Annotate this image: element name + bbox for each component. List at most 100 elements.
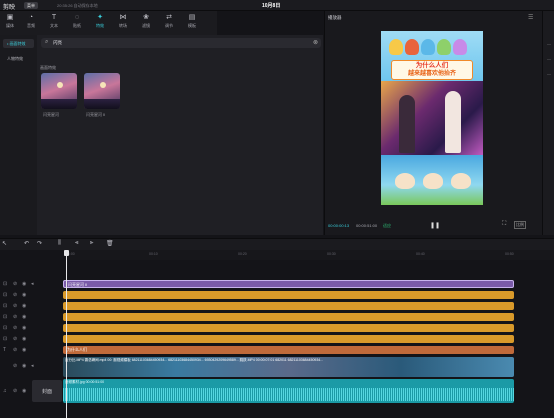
audio-clip[interactable]: 音频素材.jpg 00:00:51:00 <box>63 379 514 403</box>
eye-icon[interactable]: ◉ <box>22 314 26 320</box>
lock-icon[interactable]: ⊘ <box>13 347 17 353</box>
lock-icon[interactable]: ⊘ <box>13 363 17 369</box>
sticker-clip[interactable] <box>63 324 514 332</box>
properties-panel: — — — <box>542 11 554 235</box>
tab-adjust[interactable]: ⇄ 调节 <box>159 13 179 33</box>
fullscreen-icon[interactable]: ⛶ <box>502 221 506 228</box>
track-header: ⊡ ⊘ ◉ <box>0 291 60 301</box>
app-logo: 剪映 <box>3 5 16 11</box>
sticker-clip[interactable] <box>63 302 514 310</box>
ruler-tick: 00:30 <box>327 252 336 256</box>
title-bar: 剪映 菜单 20:35:26 自动保存本地 10月8日 <box>0 0 554 11</box>
pause-icon[interactable]: ❚❚ <box>430 222 440 229</box>
effect-thumb-1[interactable] <box>41 73 77 109</box>
adjust-icon: ⇄ <box>166 14 172 21</box>
effect-clip[interactable]: 闪亮星河 II <box>63 280 514 288</box>
tab-text[interactable]: T 文本 <box>44 13 64 33</box>
text-icon: T <box>51 14 57 21</box>
audio-clip-label: 音频素材.jpg 00:00:51:00 <box>65 380 105 384</box>
ruler-tick: 00:20 <box>238 252 247 256</box>
clip-label: 闪亮星河 II <box>68 282 88 287</box>
sticker-clip[interactable] <box>63 313 514 321</box>
redo-icon[interactable]: ↷ <box>37 240 42 247</box>
tab-template[interactable]: ▤ 模板 <box>182 13 202 33</box>
sticker-clip[interactable] <box>63 335 514 343</box>
track-lock-icon[interactable]: ⊡ <box>3 336 7 342</box>
panel-collapsed-label: — <box>547 71 551 76</box>
speaker-icon[interactable]: ◂ <box>31 281 34 287</box>
track-lock-icon[interactable]: ⊡ <box>3 281 7 287</box>
moon-shape <box>100 82 106 88</box>
tab-media[interactable]: ▣ 媒体 <box>0 13 20 33</box>
cartoon-character <box>421 39 435 55</box>
video-clips-label: 百分比.MP4 霸总瞬间.mp4 00: 副视频模板 6821110368445… <box>65 358 324 362</box>
track-lock-icon[interactable]: ⊡ <box>3 314 7 320</box>
autosave-status: 20:35:26 自动保存本地 <box>57 3 98 8</box>
video-preview[interactable]: 为什么人们 越来越喜欢他抬齐 <box>381 31 483 205</box>
template-icon: ▤ <box>188 14 196 21</box>
ratio-button[interactable]: 比例 <box>514 221 526 229</box>
playhead[interactable] <box>64 250 69 418</box>
tab-filter[interactable]: ❀ 滤镜 <box>136 13 156 33</box>
effect-thumb-2-label: 闪亮星河 II <box>86 112 106 117</box>
eye-icon[interactable]: ◉ <box>22 303 26 309</box>
eye-icon[interactable]: ◉ <box>22 388 26 394</box>
text-clip[interactable]: 为什么人们 <box>63 346 514 354</box>
undo-icon[interactable]: ↶ <box>24 240 29 247</box>
eye-icon[interactable]: ◉ <box>22 336 26 342</box>
cartoon-footer <box>381 155 483 205</box>
playhead-handle[interactable] <box>64 250 69 256</box>
search-input[interactable] <box>53 39 303 47</box>
eye-icon[interactable]: ◉ <box>22 363 26 369</box>
fit-button[interactable]: 适应 <box>383 223 391 229</box>
select-tool-icon[interactable]: ↖ <box>2 240 7 247</box>
performer-figure <box>445 91 461 153</box>
lock-icon[interactable]: ⊘ <box>13 388 17 394</box>
track-header: T ⊘ ◉ <box>0 346 60 356</box>
tab-effects[interactable]: ✦ 特效 <box>90 13 110 33</box>
lock-icon[interactable]: ⊘ <box>13 292 17 298</box>
lock-icon[interactable]: ⊘ <box>13 281 17 287</box>
tab-audio[interactable]: ◔ 音频 <box>21 13 41 33</box>
eye-icon[interactable]: ◉ <box>22 325 26 331</box>
project-title: 10月8日 <box>262 3 281 9</box>
dog-cartoon <box>395 173 415 189</box>
ground-shape <box>41 99 77 109</box>
sticker-clip[interactable] <box>63 291 514 299</box>
split-icon[interactable]: ⫼ <box>58 240 61 247</box>
dog-cartoon <box>451 173 471 189</box>
track-lock-icon[interactable]: ⊡ <box>3 292 7 298</box>
delete-icon[interactable]: 🗑 <box>106 240 114 247</box>
tab-sticker[interactable]: ◌ 贴纸 <box>67 13 87 33</box>
effect-thumb-2[interactable] <box>84 73 120 109</box>
eye-icon[interactable]: ◉ <box>22 292 26 298</box>
sticker-icon: ◌ <box>74 14 80 21</box>
banner-line-2: 越来越喜欢他抬齐 <box>407 71 456 77</box>
player-menu-icon[interactable]: ☰ <box>528 14 533 21</box>
menu-button[interactable]: 菜单 <box>24 2 38 9</box>
dog-cartoon <box>423 173 443 189</box>
lock-icon[interactable]: ⊘ <box>13 314 17 320</box>
trim-left-icon[interactable]: ⫷ <box>75 240 78 247</box>
eye-icon[interactable]: ◉ <box>22 281 26 287</box>
track-lock-icon[interactable]: ⊡ <box>3 325 7 331</box>
lock-icon[interactable]: ⊘ <box>13 325 17 331</box>
text-track-icon: T <box>3 347 7 353</box>
track-lock-icon[interactable]: ⊡ <box>3 303 7 309</box>
clear-search-icon[interactable]: ⊗ <box>313 39 318 46</box>
trim-right-icon[interactable]: ⫸ <box>90 240 93 247</box>
main-video-track[interactable]: 百分比.MP4 霸总瞬间.mp4 00: 副视频模板 6821110368445… <box>63 357 514 377</box>
eye-icon[interactable]: ◉ <box>22 347 26 353</box>
lock-icon[interactable]: ⊘ <box>13 336 17 342</box>
audio-track-icon: ♫ <box>3 388 7 394</box>
lock-icon[interactable]: ⊘ <box>13 303 17 309</box>
clip-label: 为什么人们 <box>67 347 87 352</box>
nav-people-effects[interactable]: 人物特效 <box>3 54 34 63</box>
timeline-ruler[interactable]: 00:00 00:10 00:20 00:30 00:40 00:50 <box>60 250 554 260</box>
effect-thumb-1-label: 闪亮星河 <box>43 112 59 117</box>
cartoon-character <box>389 39 403 55</box>
speaker-icon[interactable]: ◂ <box>31 363 34 369</box>
nav-screen-effects[interactable]: • 画面特效 <box>3 39 34 48</box>
tab-transition[interactable]: ⋈ 转场 <box>113 13 133 33</box>
track-header: ♫ ⊘ ◉ <box>0 387 30 397</box>
